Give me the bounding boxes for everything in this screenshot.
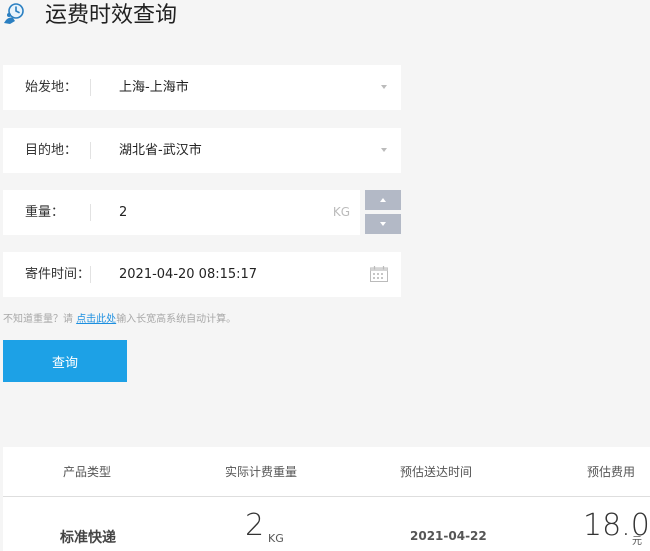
delivery-courier-icon — [4, 3, 24, 24]
origin-value: 上海-上海市 — [119, 80, 189, 95]
arrow-up-icon — [380, 198, 386, 202]
column-header-product: 产品类型 — [63, 465, 112, 479]
origin-select[interactable]: 始发地： 上海-上海市 — [3, 65, 401, 110]
chevron-down-icon — [381, 85, 387, 89]
send-time-picker[interactable]: 寄件时间： 2021-04-20 08:15:17 — [3, 252, 401, 297]
page-title: 运费时效查询 — [45, 3, 178, 28]
column-header-weight: 实际计费重量 — [225, 465, 298, 479]
weight-field[interactable]: 重量： 2 KG — [3, 190, 360, 235]
product-type: 标准快递 — [60, 530, 116, 546]
weight-increment-button[interactable] — [365, 190, 401, 210]
fee-unit: 元 — [632, 536, 642, 547]
column-header-arrival: 预估送达时间 — [400, 465, 473, 479]
weight-unit: KG — [332, 205, 350, 219]
hint-suffix: 输入长宽高系统自动计算。 — [116, 314, 237, 325]
row-divider — [90, 204, 91, 221]
weight-decrement-button[interactable] — [365, 214, 401, 234]
results-table: 产品类型 实际计费重量 预估送达时间 预估费用 标准快递 2 KG 2021-0… — [3, 447, 650, 551]
weight-input[interactable]: 2 — [119, 190, 127, 235]
page-header: 运费时效查询 — [0, 0, 650, 34]
send-time-label: 寄件时间： — [25, 267, 91, 282]
hint-prefix: 不知道重量？请 — [3, 314, 77, 325]
calculate-weight-link[interactable]: 点击此处 — [76, 314, 116, 325]
destination-select[interactable]: 目的地： 湖北省-武汉市 — [3, 128, 401, 173]
origin-label: 始发地： — [25, 80, 78, 95]
weight-label: 重量： — [25, 205, 65, 220]
row-divider — [90, 142, 91, 159]
calendar-icon[interactable] — [370, 266, 388, 282]
table-divider — [3, 496, 650, 497]
query-button[interactable]: 查询 — [3, 340, 127, 382]
estimated-arrival: 2021-04-22 — [410, 529, 487, 543]
row-divider — [90, 79, 91, 96]
billed-weight-unit: KG — [268, 532, 284, 545]
destination-label: 目的地： — [25, 143, 78, 158]
row-divider — [90, 266, 91, 283]
destination-value: 湖北省-武汉市 — [119, 143, 202, 158]
send-time-value: 2021-04-20 08:15:17 — [119, 267, 258, 282]
chevron-down-icon — [381, 148, 387, 152]
weight-hint: 不知道重量？请 点击此处输入长宽高系统自动计算。 — [3, 313, 236, 327]
column-header-fee: 预估费用 — [587, 465, 636, 479]
billed-weight: 2 — [245, 508, 265, 543]
arrow-down-icon — [380, 222, 386, 226]
